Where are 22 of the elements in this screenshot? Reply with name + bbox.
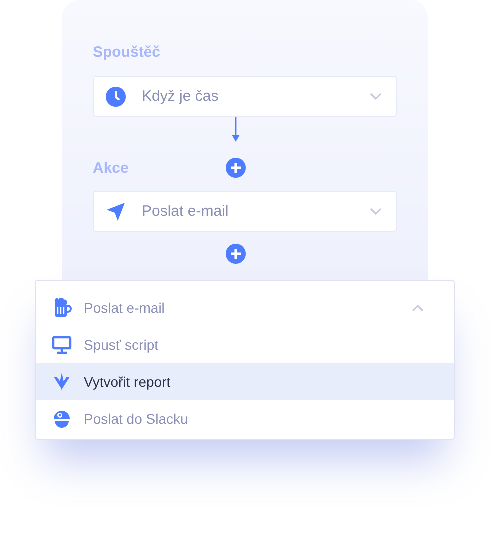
mug-icon — [52, 298, 72, 318]
add-icon[interactable] — [226, 244, 246, 264]
section-label: Akce — [93, 160, 129, 176]
action-select[interactable]: Poslat e-mail — [93, 191, 397, 232]
monitor-icon — [52, 334, 72, 354]
chevron-up-icon — [412, 304, 424, 312]
select-value: Poslat e-mail — [142, 203, 230, 220]
chevron-down-icon — [370, 208, 382, 216]
sprout-icon — [52, 372, 72, 392]
paper-plane-icon — [106, 202, 126, 222]
add-icon[interactable] — [226, 158, 246, 178]
menu-item[interactable]: Vytvořit report — [36, 363, 454, 400]
chevron-down-icon — [370, 92, 382, 100]
robot-icon — [52, 408, 72, 428]
menu-item[interactable]: Poslat e-mail — [36, 289, 454, 326]
select-value: Když je čas — [142, 88, 220, 105]
clock-icon — [106, 86, 126, 106]
arrow-down-icon — [231, 117, 241, 143]
menu-item[interactable]: Poslat do Slacku — [36, 400, 454, 437]
section-label: Spouštěč — [93, 44, 162, 61]
menu-item[interactable]: Spusť script — [36, 326, 454, 363]
trigger-select[interactable]: Když je čas — [93, 76, 397, 117]
